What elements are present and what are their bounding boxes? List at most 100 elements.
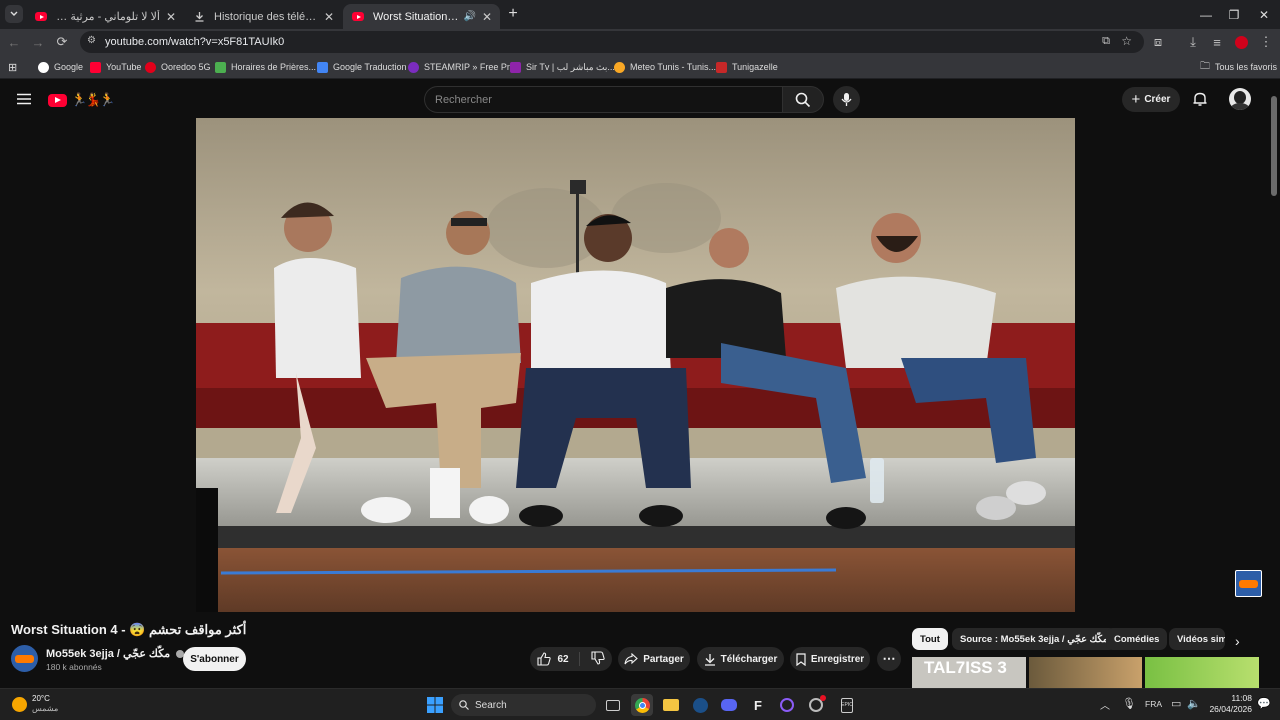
epic-games-icon[interactable]: EPIC [836, 694, 858, 716]
tab-3-active[interactable]: Worst Situation 4 - 😨 تحشم 🔊 ✕ [343, 4, 500, 29]
chip-similar[interactable]: Vidéos sim [1169, 628, 1225, 650]
sirtv-icon [510, 61, 521, 73]
search-icon [795, 92, 811, 107]
create-button[interactable]: + Créer [1122, 87, 1180, 112]
bookmark-prayer-times[interactable]: Horaires de Prières... [215, 59, 316, 75]
profile-avatar[interactable] [1231, 33, 1251, 51]
translate-icon [317, 61, 328, 73]
chrome-icon[interactable] [631, 694, 653, 716]
save-button[interactable]: Enregistrer [790, 647, 870, 671]
all-bookmarks[interactable]: 🗀 Tous les favoris [1200, 59, 1277, 75]
steam-icon[interactable] [689, 694, 711, 716]
extensions-icon[interactable]: ⧈ [1148, 33, 1168, 51]
share-button[interactable]: Partager [618, 647, 690, 671]
close-icon[interactable]: ✕ [482, 10, 492, 24]
bookmark-google-translate[interactable]: Google Traduction [317, 59, 407, 75]
weather-widget[interactable]: 20°C مشمس [12, 694, 58, 714]
youtube-logo[interactable]: 🏃💃🏃 [48, 92, 116, 108]
tab-2[interactable]: Historique des téléchargements ✕ [184, 4, 342, 29]
task-view-icon[interactable] [602, 694, 624, 716]
like-button[interactable]: 62 [537, 652, 580, 666]
install-app-icon[interactable]: ⧉ [1102, 35, 1110, 48]
close-window-button[interactable]: ✕ [1248, 0, 1280, 29]
search-icon [459, 700, 469, 710]
downloads-icon[interactable]: ⤓ [1183, 33, 1203, 51]
windows-start-icon[interactable] [424, 694, 446, 716]
bookmark-ooredoo[interactable]: Ooredoo 5G [145, 59, 211, 75]
bookmark-youtube[interactable]: YouTube [90, 59, 141, 75]
reading-list-icon[interactable]: ≡ [1207, 33, 1227, 51]
steamrip-icon [408, 61, 419, 73]
bookmark-sir-tv[interactable]: Sir Tv | بث مباشر لب... [510, 59, 615, 75]
new-tab-button[interactable]: + [504, 5, 522, 23]
channel-name-text: Mo55ek 3ejja / مكّك عجّي [46, 648, 171, 660]
address-bar[interactable]: ⚙ youtube.com/watch?v=x5F81TAUIk0 ⧉ ☆ [80, 31, 1144, 53]
tab-3-title: Worst Situation 4 - 😨 تحشم [373, 11, 459, 23]
network-icon[interactable]: ▭ [1171, 697, 1181, 710]
file-explorer-icon[interactable] [660, 694, 682, 716]
tab-search-button[interactable] [5, 5, 23, 23]
clock[interactable]: 11:08 26/04/2026 [1206, 693, 1252, 715]
search-input[interactable]: Rechercher [424, 86, 782, 113]
tab-1[interactable]: ألا لا تلوماني - مرثية عبد يغوث الـ ✕ [26, 4, 184, 29]
tray-chevron-up-icon[interactable]: ︿ [1100, 697, 1110, 712]
bookmark-google[interactable]: Google [38, 59, 83, 75]
account-avatar[interactable] [1229, 88, 1251, 110]
download-button[interactable]: Télécharger [697, 647, 784, 671]
browser-toolbar: ← → ⟳ ⚙ youtube.com/watch?v=x5F81TAUIk0 … [0, 29, 1280, 55]
forward-arrow-icon[interactable]: → [28, 33, 48, 51]
app-icon-f[interactable]: F [747, 694, 769, 716]
bookmark-meteo[interactable]: Meteo Tunis - Tunis... [614, 59, 716, 75]
bookmark-star-icon[interactable]: ☆ [1121, 34, 1132, 48]
close-icon[interactable]: ✕ [324, 10, 334, 24]
suggested-thumbnail-2[interactable] [1029, 657, 1142, 688]
clock-date: 26/04/2026 [1209, 704, 1252, 714]
close-icon[interactable]: ✕ [166, 10, 176, 24]
bookmark-tunigazelle[interactable]: Tunigazelle [716, 59, 778, 75]
reload-icon[interactable]: ⟳ [52, 33, 72, 51]
channel-name[interactable]: Mo55ek 3ejja / مكّك عجّي [46, 647, 185, 660]
voice-search-button[interactable] [833, 86, 860, 113]
subscriber-count: 180 k abonnés [46, 662, 102, 672]
more-actions-button[interactable]: ⋯ [877, 647, 901, 671]
tab-1-title: ألا لا تلوماني - مرثية عبد يغوث الـ [56, 11, 160, 23]
notification-center-icon[interactable]: 💬 [1257, 697, 1271, 710]
search-button[interactable] [782, 86, 824, 113]
chip-all[interactable]: Tout [912, 628, 948, 650]
back-arrow-icon[interactable]: ← [4, 33, 24, 51]
discord-icon[interactable] [718, 694, 740, 716]
sun-icon [12, 696, 27, 712]
taskbar-search[interactable]: Search [451, 694, 596, 716]
tray-microphone-icon[interactable]: 🎙 [1122, 697, 1136, 710]
share-label: Partager [643, 653, 684, 665]
channel-watermark[interactable] [1235, 570, 1262, 597]
site-info-icon[interactable]: ⚙ [87, 35, 96, 46]
notifications-bell-icon[interactable] [1192, 91, 1208, 107]
menu-kebab-icon[interactable]: ⋮ [1256, 33, 1276, 51]
bookmarks-bar: ⊞ Google YouTube Ooredoo 5G Horaires de … [0, 55, 1280, 79]
page-scrollbar[interactable] [1271, 90, 1277, 686]
subscribe-button[interactable]: S'abonner [183, 647, 246, 671]
chevron-right-icon[interactable]: › [1235, 633, 1240, 649]
bookmark-steamrip[interactable]: STEAMRIP » Free Pr... [408, 59, 517, 75]
youtube-favicon-icon [34, 10, 48, 24]
volume-icon[interactable]: 🔈 [1187, 697, 1201, 710]
hamburger-menu-icon[interactable] [16, 92, 32, 105]
download-icon [704, 653, 715, 666]
language-indicator[interactable]: FRA [1145, 699, 1162, 709]
apps-grid-icon[interactable]: ⊞ [8, 59, 17, 75]
channel-avatar[interactable] [11, 645, 38, 672]
chip-source[interactable]: Source : Mo55ek 3ejja / مكّك عجّي [952, 628, 1116, 650]
suggested-thumbnail-1[interactable]: TAL7ISS 3 [912, 657, 1026, 688]
plus-icon: + [1131, 91, 1141, 108]
video-player[interactable] [196, 118, 1075, 612]
chip-comedies[interactable]: Comédies [1106, 628, 1168, 650]
dislike-button[interactable] [585, 650, 605, 668]
restore-button[interactable]: ❐ [1218, 0, 1250, 29]
app-icon-notify[interactable] [805, 694, 827, 716]
chip-similar-label: Vidéos sim [1177, 633, 1225, 645]
suggested-thumbnail-3[interactable] [1145, 657, 1259, 688]
speaker-icon[interactable]: 🔊 [463, 11, 475, 22]
app-icon-circle[interactable] [776, 694, 798, 716]
weather-desc: مشمس [32, 704, 59, 713]
